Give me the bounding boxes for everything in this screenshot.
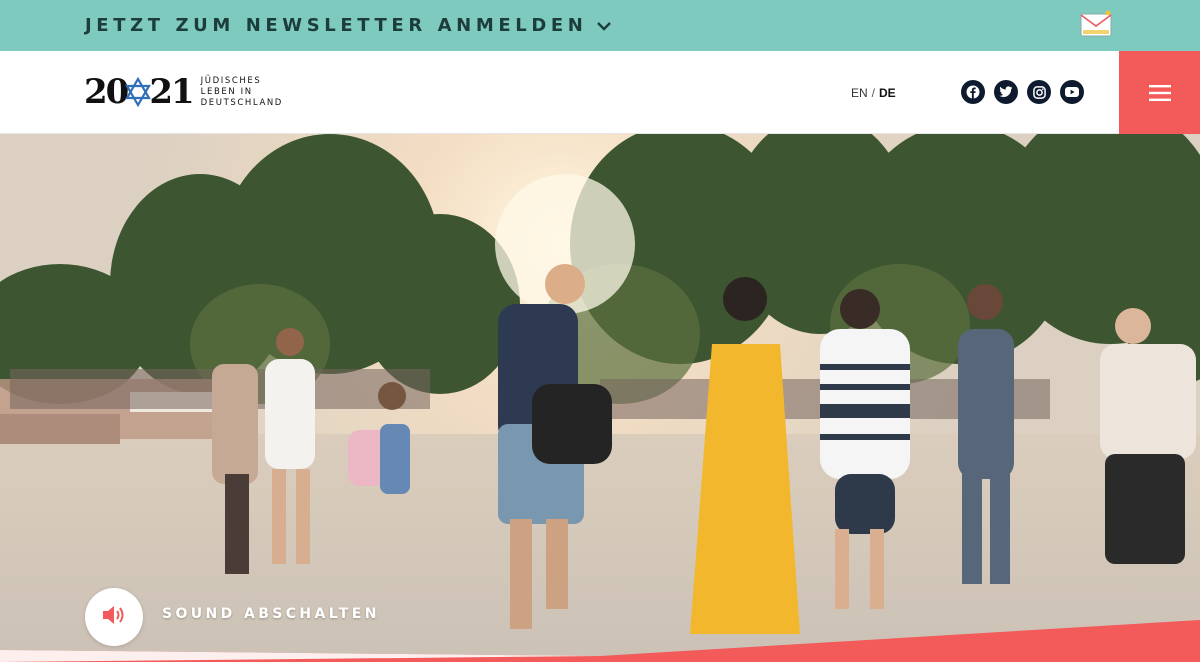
- logo-tagline-1: JÜDISCHES: [200, 75, 262, 86]
- logo-year-left: 20: [84, 72, 129, 112]
- instagram-icon[interactable]: [1027, 80, 1051, 104]
- hero-video-image: [0, 134, 1200, 662]
- newsletter-bar[interactable]: JETZT ZUM NEWSLETTER ANMELDEN: [0, 0, 1200, 51]
- newsletter-label[interactable]: JETZT ZUM NEWSLETTER ANMELDEN: [85, 15, 587, 36]
- language-switcher: EN / DE: [851, 86, 896, 100]
- speaker-icon: [101, 604, 127, 630]
- sound-toggle-label[interactable]: SOUND ABSCHALTEN: [162, 606, 380, 622]
- site-header: 20 21 JÜDISCHES LEBEN IN DEUTSCHLAND EN /…: [0, 51, 1200, 134]
- envelope-icon[interactable]: [1080, 10, 1112, 38]
- hero-video[interactable]: [0, 134, 1200, 662]
- twitter-icon[interactable]: [994, 80, 1018, 104]
- language-separator: /: [871, 86, 876, 100]
- facebook-icon[interactable]: [961, 80, 985, 104]
- logo-year-right: 21: [149, 72, 194, 112]
- sound-toggle-button[interactable]: [85, 588, 143, 646]
- logo-tagline-2: LEBEN IN: [200, 86, 253, 97]
- hamburger-menu-icon[interactable]: [1119, 51, 1200, 134]
- language-en[interactable]: EN: [851, 86, 868, 100]
- site-logo[interactable]: 20 21 JÜDISCHES LEBEN IN DEUTSCHLAND: [84, 75, 283, 109]
- chevron-down-icon[interactable]: [595, 17, 613, 35]
- star-of-david-icon: [125, 76, 152, 108]
- language-de[interactable]: DE: [879, 86, 896, 100]
- logo-tagline-3: DEUTSCHLAND: [200, 97, 283, 108]
- youtube-icon[interactable]: [1060, 80, 1084, 104]
- social-links: [961, 80, 1084, 104]
- bottom-accent-stripe: [0, 620, 1200, 662]
